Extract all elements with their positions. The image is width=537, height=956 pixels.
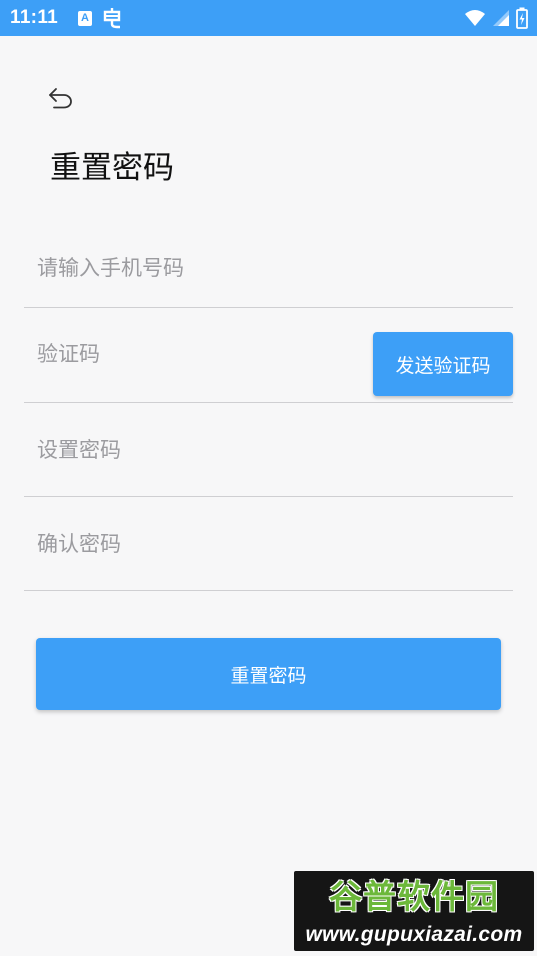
new-password-input[interactable]	[37, 403, 357, 496]
wifi-icon	[464, 9, 486, 27]
cellular-signal-icon	[492, 9, 510, 27]
notification-icons: A	[78, 7, 122, 29]
status-bar: 11:11 A	[0, 0, 537, 36]
confirm-password-input[interactable]	[37, 497, 357, 590]
a-notification-icon: A	[78, 10, 92, 26]
system-status-icons	[464, 0, 528, 36]
watermark-title: 谷普软件园	[329, 877, 499, 916]
send-code-button[interactable]: 发送验证码	[373, 332, 513, 396]
confirm-password-field	[24, 497, 513, 591]
reset-password-button[interactable]: 重置密码	[36, 638, 501, 710]
watermark-url: www.gupuxiazai.com	[305, 923, 523, 946]
new-password-field	[24, 403, 513, 497]
back-arrow-icon	[46, 86, 74, 110]
verification-code-field: 发送验证码	[24, 306, 513, 403]
back-button[interactable]	[42, 80, 78, 116]
bug-icon	[102, 7, 122, 29]
watermark-logo: 谷普软件园 www.gupuxiazai.com	[294, 871, 534, 951]
status-time: 11:11	[10, 7, 58, 28]
battery-icon	[516, 7, 528, 29]
page-title: 重置密码	[50, 150, 174, 186]
verification-code-input[interactable]	[37, 306, 357, 401]
phone-field	[24, 228, 513, 308]
phone-input[interactable]	[37, 228, 357, 307]
